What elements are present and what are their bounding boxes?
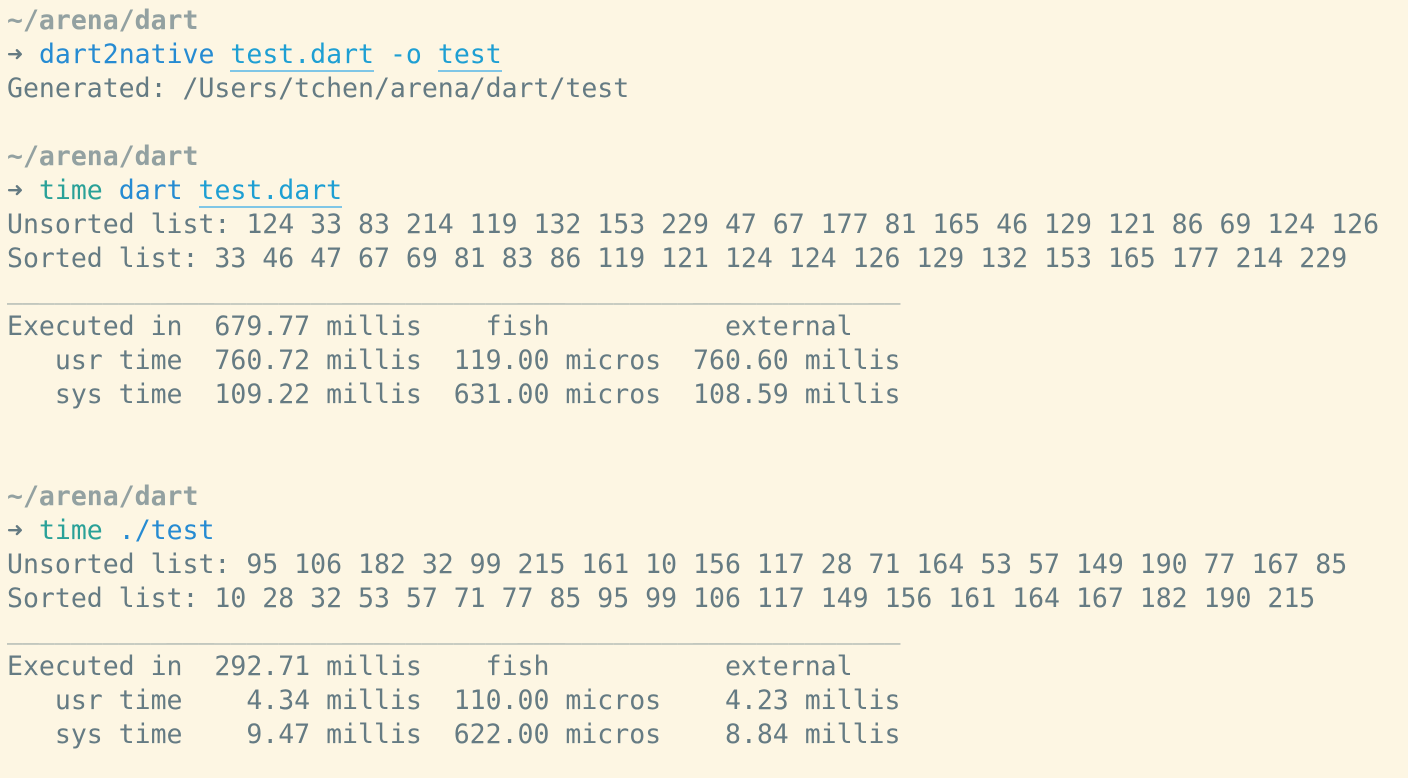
timing-row-sys: sys time 109.22 millis 631.00 micros 108… bbox=[7, 379, 901, 410]
command-arg-file[interactable]: test.dart bbox=[230, 39, 374, 72]
terminal-window[interactable]: ~/arena/dart ➜ dart2native test.dart -o … bbox=[0, 0, 1408, 778]
command-name: time bbox=[38, 515, 103, 546]
prompt-arrow-icon: ➜ bbox=[7, 39, 23, 70]
timing-row-executed: Executed in 679.77 millis fish external bbox=[7, 311, 853, 342]
timing-row-executed: Executed in 292.71 millis fish external bbox=[7, 651, 853, 682]
command-arg-flag: -o bbox=[389, 39, 422, 70]
command-name: time bbox=[38, 175, 103, 206]
prompt-cwd: ~/arena/dart bbox=[7, 481, 199, 512]
prompt-cwd: ~/arena/dart bbox=[7, 5, 199, 36]
output-line: Generated: /Users/tchen/arena/dart/test bbox=[7, 73, 630, 104]
prompt-line: ➜ time ./test bbox=[7, 514, 1408, 548]
timing-row-usr: usr time 4.34 millis 110.00 micros 4.23 … bbox=[7, 685, 901, 716]
timing-row-usr: usr time 760.72 millis 119.00 micros 760… bbox=[7, 345, 901, 376]
command-arg-program: ./test bbox=[118, 515, 215, 546]
command-arg-output[interactable]: test bbox=[437, 39, 502, 72]
output-line-unsorted: Unsorted list: 124 33 83 214 119 132 153… bbox=[7, 209, 1380, 240]
timing-rule: ________________________________________… bbox=[7, 274, 901, 305]
output-line-unsorted: Unsorted list: 95 106 182 32 99 215 161 … bbox=[7, 549, 1348, 580]
prompt-line: ➜ time dart test.dart bbox=[7, 174, 1408, 208]
prompt-line: ➜ dart2native test.dart -o test bbox=[7, 38, 1408, 72]
command-arg-file[interactable]: test.dart bbox=[198, 175, 343, 208]
prompt-cwd: ~/arena/dart bbox=[7, 141, 199, 172]
command-name: dart2native bbox=[38, 39, 215, 70]
command-arg-program: dart bbox=[118, 175, 183, 206]
timing-row-sys: sys time 9.47 millis 622.00 micros 8.84 … bbox=[7, 719, 901, 750]
output-line-sorted: Sorted list: 33 46 47 67 69 81 83 86 119… bbox=[7, 243, 1348, 274]
prompt-arrow-icon: ➜ bbox=[7, 175, 23, 206]
timing-rule: ________________________________________… bbox=[7, 614, 901, 645]
prompt-arrow-icon: ➜ bbox=[7, 515, 23, 546]
output-line-sorted: Sorted list: 10 28 32 53 57 71 77 85 95 … bbox=[7, 583, 1316, 614]
